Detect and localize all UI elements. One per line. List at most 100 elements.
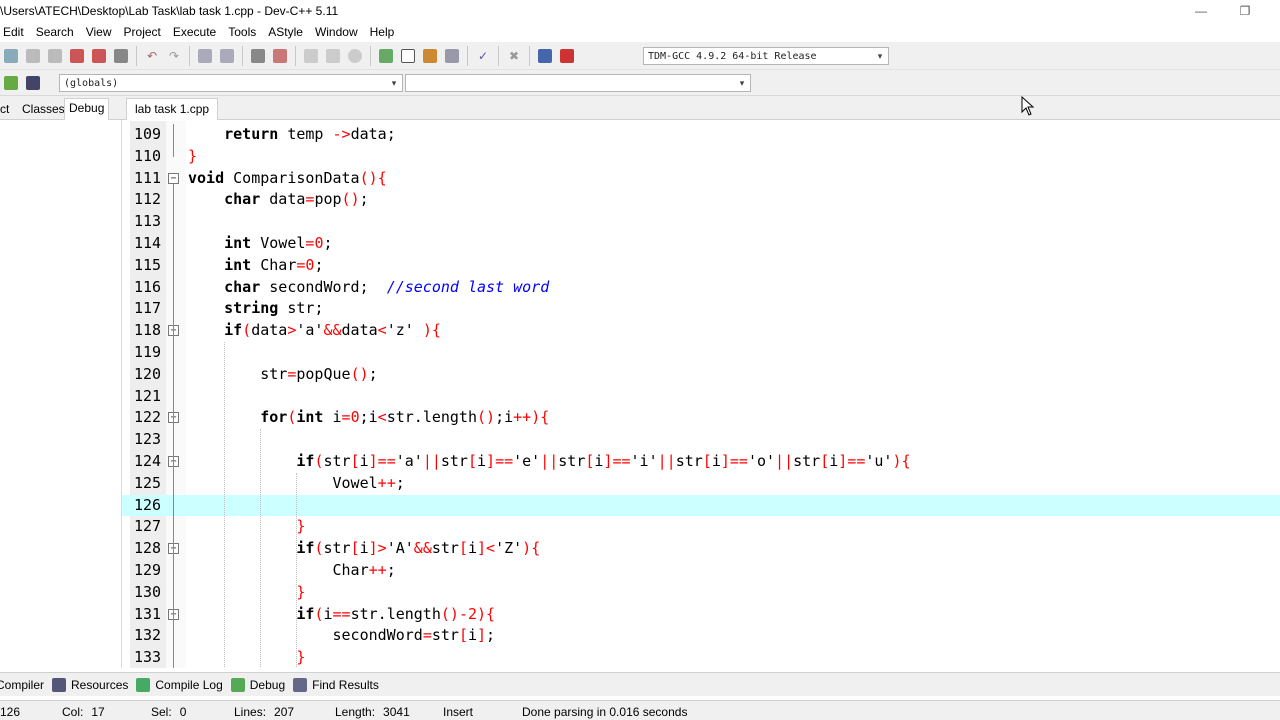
menu-view[interactable]: View [80,25,118,39]
tab-debug[interactable]: Debug [230,677,286,692]
bookmark-icon[interactable] [300,45,322,67]
line-number: 129 [134,561,162,579]
code-line[interactable]: 120 str=popQue(); [122,364,1280,386]
save-icon[interactable] [44,45,66,67]
line-number: 121 [134,386,162,405]
code-line[interactable]: 123 [122,429,1280,451]
profile-icon[interactable] [534,45,556,67]
code-line[interactable]: 112 char data=pop(); [122,189,1280,211]
compile-icon[interactable] [375,45,397,67]
tab-resources[interactable]: Resources [52,677,128,692]
toolbar-divider [529,46,530,66]
menu-window[interactable]: Window [309,25,364,39]
goto-bookmark-icon[interactable] [322,45,344,67]
tab-project[interactable]: ct [0,100,13,120]
replace-icon[interactable] [216,45,238,67]
toolbar-divider [242,46,243,66]
line-number: 131 [134,604,162,623]
code-line[interactable]: 111− void ComparisonData(){ [122,168,1280,190]
fold-toggle-icon[interactable]: − [168,172,179,184]
tab-classes[interactable]: Classes [18,100,69,120]
chevron-down-icon: ▾ [877,51,883,61]
code-line[interactable]: 118− if(data>'a'&&data<'z' ){ [122,320,1280,342]
status-col: Col: 17 [62,705,105,719]
scope-select-value: (globals) [64,77,119,89]
undo-icon[interactable]: ↶ [141,45,163,67]
code-editor[interactable]: 109 return temp ->data; 110} 111− void Comp… [122,121,1280,668]
new-file-icon[interactable] [0,45,22,67]
indent-icon[interactable] [247,45,269,67]
print-icon[interactable] [110,45,132,67]
code-line[interactable]: 110} [122,146,1280,168]
class-toolbar: (globals) ▾ ▾ [0,70,1280,96]
line-number: 133 [134,648,162,667]
stop-icon[interactable]: ✖ [503,45,525,67]
code-line[interactable]: 113 [122,211,1280,233]
code-line[interactable]: 109 return temp ->data; [122,124,1280,146]
indent-guide [260,429,262,668]
open-icon[interactable] [22,45,44,67]
code-line[interactable]: 119 [122,342,1280,364]
menu-project[interactable]: Project [118,25,167,39]
resources-icon [52,677,67,692]
rebuild-icon[interactable] [441,45,463,67]
code-text: if(i==str.length()-2){ [296,604,496,623]
code-text: } [296,582,306,601]
main-toolbar: ↶ ↷ ✓ ✖ TDM-GCC 4.9.2 64-bit Release ▾ [0,42,1280,70]
tab-debug[interactable]: Debug [64,98,110,120]
menu-edit[interactable]: Edit [0,25,30,39]
tab-compile-log[interactable]: Compile Log [136,677,223,692]
find-icon[interactable] [194,45,216,67]
status-mode: Insert [443,705,474,719]
code-line[interactable]: 124− if(str[i]=='a'||str[i]=='e'||str[i]… [122,451,1280,473]
chevron-down-icon: ▾ [391,78,397,88]
toggle-icon[interactable] [22,72,44,94]
save-all-icon[interactable] [66,45,88,67]
code-text: return temp ->data; [224,125,396,143]
code-line[interactable]: 116 char secondWord; //second last word [122,277,1280,299]
line-number: 132 [134,626,162,645]
length-label: Length: [335,705,376,719]
compiler-select[interactable]: TDM-GCC 4.9.2 64-bit Release ▾ [643,47,889,65]
menu-tools[interactable]: Tools [222,25,262,39]
code-line[interactable]: 122− for(int i=0;i<str.length();i++){ [122,407,1280,429]
tab-compiler[interactable]: Compiler [0,678,44,692]
mouse-cursor-icon [1021,96,1035,116]
close-file-icon[interactable] [88,45,110,67]
code-text: str=popQue(); [260,364,378,383]
unindent-icon[interactable] [269,45,291,67]
restore-icon[interactable]: ❐ [1222,0,1268,22]
compile-log-icon [136,677,151,692]
menu-execute[interactable]: Execute [167,25,222,39]
code-text: } [296,648,306,667]
function-select[interactable]: ▾ [405,74,751,92]
toolbar-divider [498,46,499,66]
bottom-tab-label: Debug [249,677,286,692]
tab-find-results[interactable]: Find Results [293,677,379,692]
status-bar: 126 Col: 17 Sel: 0 Lines: 207 Length: 3041 I… [0,700,1280,720]
scope-select[interactable]: (globals) ▾ [59,74,403,92]
code-line[interactable]: 114 int Vowel=0; [122,233,1280,255]
compile-run-icon[interactable] [419,45,441,67]
code-line[interactable]: 121 [122,386,1280,408]
line-number: 116 [134,277,162,296]
chevron-down-icon: ▾ [739,78,745,88]
code-line[interactable]: 115 int Char=0; [122,255,1280,277]
check-syntax-icon[interactable]: ✓ [472,45,494,67]
run-icon[interactable] [397,45,419,67]
line-number: 124 [134,452,162,470]
status-lines: Lines: 207 [234,705,294,719]
redo-icon[interactable]: ↷ [163,45,185,67]
menu-search[interactable]: Search [30,25,80,39]
goto-icon[interactable] [0,72,22,94]
line-number: 114 [134,234,162,252]
delete-profile-icon[interactable] [556,45,578,67]
code-line[interactable]: 117 string str; [122,298,1280,320]
code-text: char data=pop(); [224,190,369,209]
tab-lab-task-1[interactable]: lab task 1.cpp [126,98,219,120]
line-number: 115 [134,255,162,274]
menu-help[interactable]: Help [364,25,401,39]
goto-line-icon[interactable] [344,45,366,67]
minimize-icon[interactable]: — [1178,0,1224,22]
menu-astyle[interactable]: AStyle [262,25,309,39]
